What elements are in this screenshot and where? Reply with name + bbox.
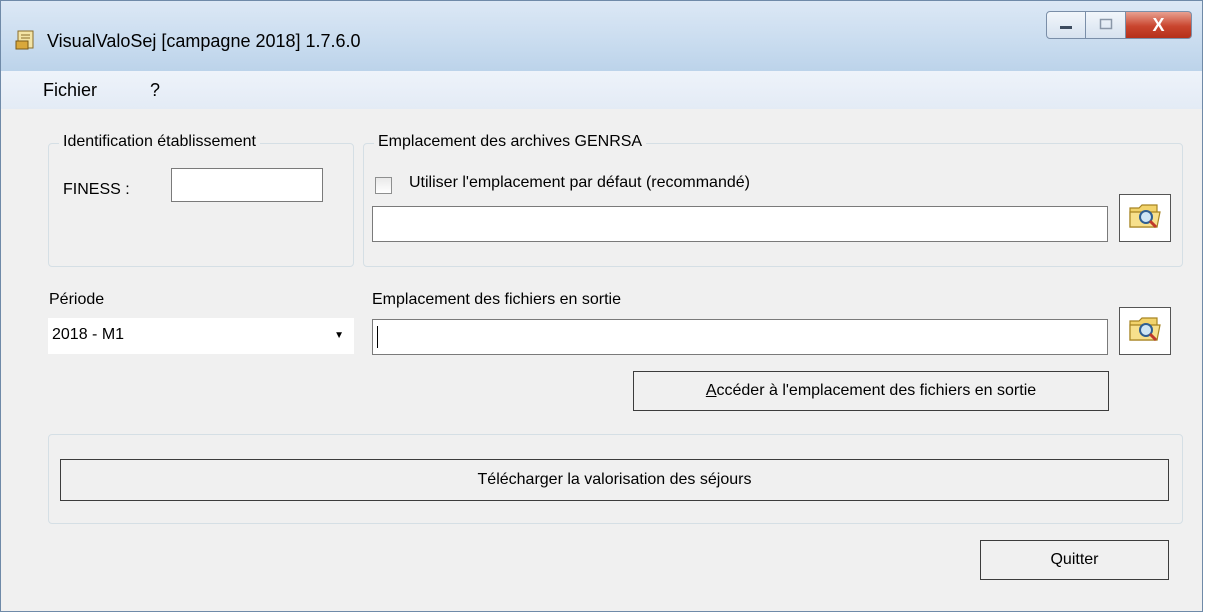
archives-path-input[interactable]: [372, 206, 1108, 242]
identification-group: Identification établissement: [48, 133, 354, 267]
window-title: VisualValoSej [campagne 2018] 1.7.6.0: [47, 31, 361, 51]
periode-label: Période: [49, 291, 105, 308]
close-icon: X: [1152, 14, 1165, 35]
title-bar[interactable]: VisualValoSej [campagne 2018] 1.7.6.0 X: [1, 1, 1202, 71]
archives-group: Emplacement des archives GENRSA: [363, 133, 1183, 267]
close-button[interactable]: X: [1126, 11, 1192, 39]
periode-value: 2018 - M1: [52, 326, 125, 343]
periode-select[interactable]: 2018 - M1 ▼: [48, 318, 354, 354]
finess-label: FINESS :: [63, 181, 130, 198]
archives-legend: Emplacement des archives GENRSA: [374, 133, 647, 151]
default-location-checkbox[interactable]: [375, 177, 392, 194]
app-icon: [15, 29, 37, 51]
sortie-browse-button[interactable]: [1119, 307, 1171, 355]
folder-search-icon: [1127, 200, 1163, 237]
maximize-button[interactable]: [1086, 11, 1126, 39]
menu-help[interactable]: ?: [150, 80, 160, 101]
menu-bar: Fichier ?: [1, 71, 1202, 109]
quit-button[interactable]: Quitter: [980, 540, 1169, 580]
window-controls: X: [1046, 11, 1192, 41]
chevron-down-icon: ▼: [334, 330, 344, 341]
minimize-button[interactable]: [1046, 11, 1086, 39]
archives-browse-button[interactable]: [1119, 194, 1171, 242]
download-button[interactable]: Télécharger la valorisation des séjours: [60, 459, 1169, 501]
menu-fichier[interactable]: Fichier: [43, 80, 97, 101]
default-location-label: Utiliser l'emplacement par défaut (recom…: [409, 174, 750, 191]
sortie-path-input[interactable]: [372, 319, 1108, 355]
text-caret: [377, 326, 378, 348]
identification-legend: Identification établissement: [59, 133, 260, 151]
folder-search-icon: [1127, 313, 1163, 350]
sortie-label: Emplacement des fichiers en sortie: [372, 291, 621, 308]
open-output-location-button[interactable]: Accéder à l'emplacement des fichiers en …: [633, 371, 1109, 411]
minimize-icon: [1059, 17, 1073, 33]
maximize-icon: [1099, 17, 1113, 33]
main-window: VisualValoSej [campagne 2018] 1.7.6.0 X …: [0, 0, 1203, 612]
finess-input[interactable]: [171, 168, 323, 202]
